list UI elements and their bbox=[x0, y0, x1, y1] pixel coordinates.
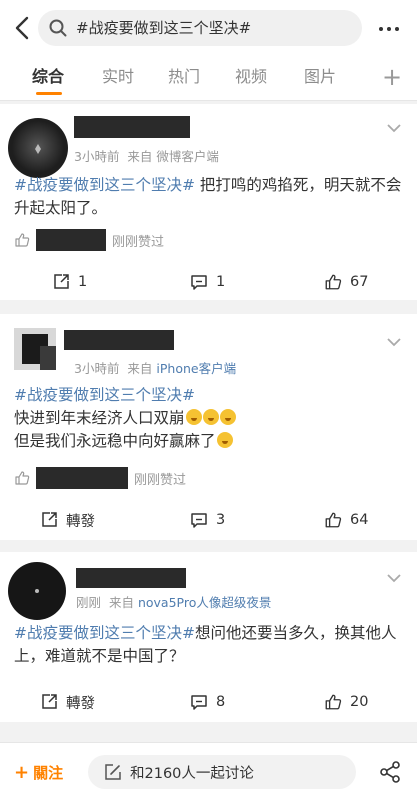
thumbs-up-icon bbox=[325, 274, 342, 290]
repost-icon bbox=[54, 274, 69, 289]
like-note: 刚刚赞过 bbox=[14, 466, 186, 490]
post-menu-button[interactable] bbox=[380, 118, 408, 138]
repost-button[interactable]: 轉發 bbox=[40, 682, 95, 722]
comment-button[interactable]: 3 bbox=[190, 500, 225, 540]
username-redacted[interactable] bbox=[74, 116, 190, 138]
topic-hashtag[interactable]: #战疫要做到这三个坚决# bbox=[14, 176, 195, 194]
like-note-text: 刚刚赞过 bbox=[112, 234, 165, 250]
topic-hashtag[interactable]: #战疫要做到这三个坚决# bbox=[14, 386, 195, 404]
like-note: 刚刚赞过 bbox=[14, 228, 164, 252]
username-redacted[interactable] bbox=[64, 330, 174, 350]
discuss-placeholder: 和2160人一起讨论 bbox=[130, 765, 254, 782]
back-button[interactable] bbox=[8, 12, 36, 44]
search-icon bbox=[49, 19, 67, 37]
more-options-button[interactable] bbox=[374, 16, 404, 42]
avatar-image-icon bbox=[35, 589, 39, 593]
back-arrow-icon bbox=[15, 16, 29, 40]
emoji-icon bbox=[216, 432, 233, 448]
comment-icon bbox=[191, 513, 207, 528]
follow-label: 關注 bbox=[33, 763, 64, 782]
avatar-image-icon bbox=[35, 144, 41, 154]
like-button[interactable]: 20 bbox=[324, 682, 368, 722]
post-actions: 1 1 67 bbox=[0, 262, 417, 302]
repost-button[interactable]: 轉發 bbox=[40, 500, 95, 540]
thumbs-up-icon bbox=[15, 233, 30, 247]
emoji-icon bbox=[219, 409, 236, 425]
post-text: #战疫要做到这三个坚决# 快进到年末经济人口双崩 但是我们永远稳中向好赢麻了 bbox=[14, 384, 404, 453]
topic-hashtag[interactable]: #战疫要做到这三个坚决# bbox=[14, 624, 195, 642]
emoji-icon bbox=[185, 409, 202, 425]
username-redacted[interactable] bbox=[76, 568, 186, 588]
comment-icon bbox=[191, 275, 207, 290]
tab-bar: 综合 实时 热门 视频 图片 + bbox=[0, 56, 417, 101]
plus-icon: + bbox=[14, 761, 30, 783]
tab-video[interactable]: 视频 bbox=[235, 56, 267, 100]
post-text: #战疫要做到这三个坚决#想问他还要当多久，换其他人上，难道就不是中国了？ bbox=[14, 624, 397, 665]
active-tab-indicator bbox=[36, 92, 62, 95]
like-note-text: 刚刚赞过 bbox=[134, 472, 187, 488]
follow-button[interactable]: + 關注 bbox=[14, 743, 63, 801]
comment-icon bbox=[191, 695, 207, 710]
like-button[interactable]: 64 bbox=[324, 500, 368, 540]
chevron-down-icon bbox=[387, 337, 401, 346]
discuss-input[interactable]: 和2160人一起讨论 bbox=[88, 755, 356, 789]
post-text: #战疫要做到这三个坚决# 把打鸣的鸡掐死，明天就不会升起太阳了。 bbox=[14, 176, 402, 217]
tab-hot[interactable]: 热门 bbox=[168, 56, 200, 100]
repost-icon bbox=[42, 512, 57, 527]
tab-images[interactable]: 图片 bbox=[304, 56, 336, 100]
thumbs-up-icon bbox=[325, 694, 342, 710]
more-dots-icon bbox=[379, 27, 383, 31]
chevron-down-icon bbox=[387, 123, 401, 132]
avatar[interactable] bbox=[14, 328, 56, 370]
emoji-icon bbox=[202, 409, 219, 425]
liker-redacted bbox=[36, 229, 106, 251]
post-card-2: 3小時前 来自 iPhone客户端 #战疫要做到这三个坚决# 快进到年末经济人口… bbox=[0, 314, 417, 540]
thumbs-up-icon bbox=[15, 471, 30, 485]
liker-redacted bbox=[36, 467, 128, 489]
search-query: #战疫要做到这三个坚决# bbox=[76, 19, 252, 37]
chevron-down-icon bbox=[387, 573, 401, 582]
post-meta: 3小時前 来自 iPhone客户端 bbox=[74, 361, 237, 376]
post-meta: 3小時前 来自 微博客户端 bbox=[74, 149, 219, 164]
post-actions: 轉發 3 64 bbox=[0, 500, 417, 540]
post-menu-button[interactable] bbox=[380, 568, 408, 588]
comment-button[interactable]: 8 bbox=[190, 682, 225, 722]
search-header: #战疫要做到这三个坚决# bbox=[0, 0, 417, 56]
post-meta: 刚刚 来自 nova5Pro人像超级夜景 bbox=[76, 595, 272, 610]
edit-icon bbox=[105, 764, 121, 780]
post-actions: 轉發 8 20 bbox=[0, 682, 417, 722]
tab-realtime[interactable]: 实时 bbox=[102, 56, 134, 100]
like-button[interactable]: 67 bbox=[324, 262, 368, 302]
add-tab-button[interactable]: + bbox=[382, 56, 402, 100]
repost-button[interactable]: 1 bbox=[52, 262, 87, 302]
comment-button[interactable]: 1 bbox=[190, 262, 225, 302]
avatar[interactable] bbox=[8, 562, 66, 620]
avatar[interactable] bbox=[8, 118, 68, 178]
bottom-bar: + 關注 和2160人一起讨论 bbox=[0, 742, 417, 801]
repost-icon bbox=[42, 694, 57, 709]
avatar-image-icon bbox=[22, 334, 56, 370]
share-icon[interactable] bbox=[378, 760, 402, 784]
thumbs-up-icon bbox=[325, 512, 342, 528]
post-card-1: 3小時前 来自 微博客户端 #战疫要做到这三个坚决# 把打鸣的鸡掐死，明天就不会… bbox=[0, 104, 417, 300]
post-card-3: 刚刚 来自 nova5Pro人像超级夜景 #战疫要做到这三个坚决#想问他还要当多… bbox=[0, 552, 417, 722]
post-menu-button[interactable] bbox=[380, 332, 408, 352]
search-input[interactable]: #战疫要做到这三个坚决# bbox=[38, 10, 362, 46]
